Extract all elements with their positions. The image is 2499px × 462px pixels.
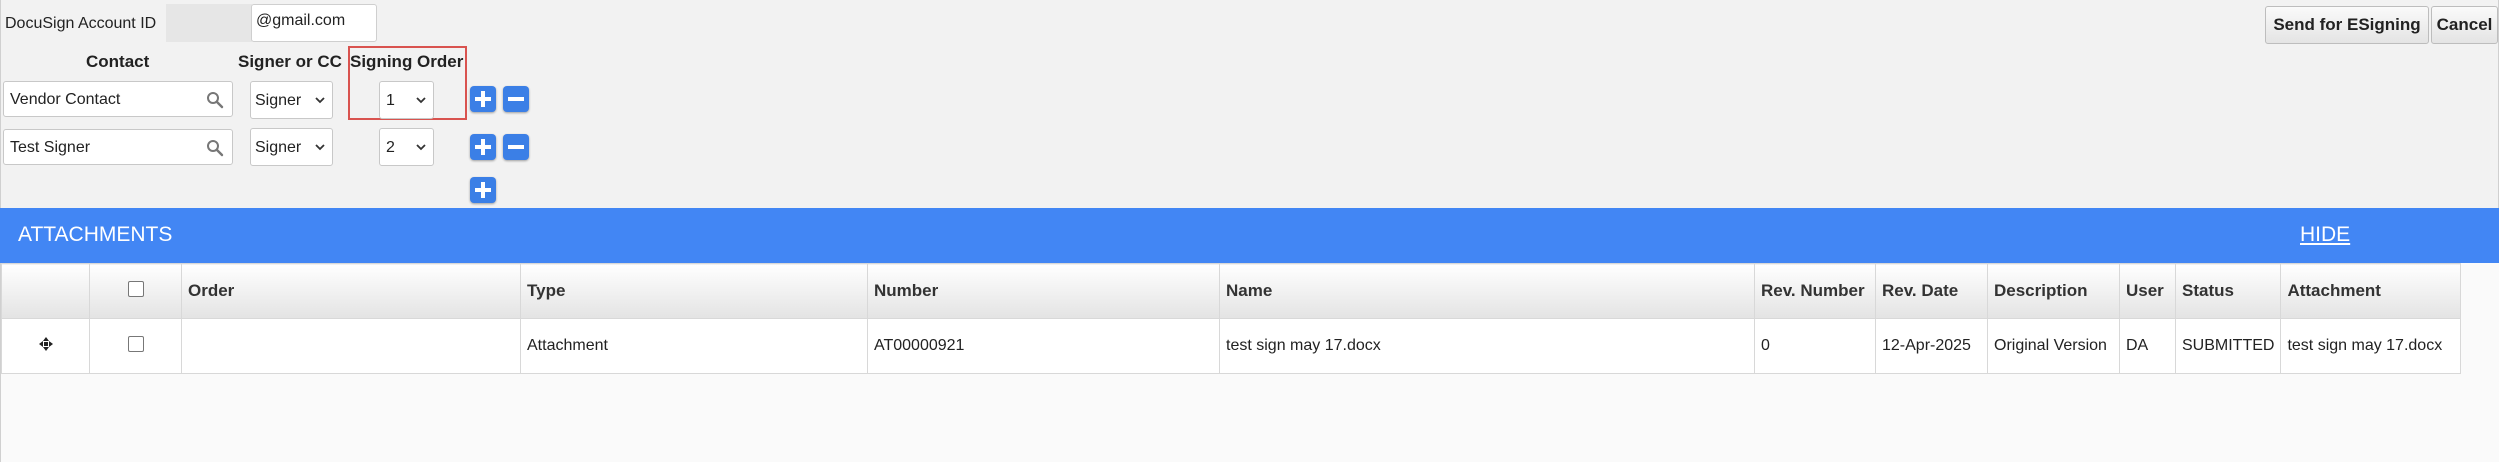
cell-rev-date: 12-Apr-2025 (1875, 318, 1988, 374)
cancel-button[interactable]: Cancel (2431, 6, 2498, 44)
cell-user: DA (2119, 318, 2176, 374)
minus-icon (508, 97, 524, 101)
contact-header: Contact (86, 52, 150, 71)
plus-icon (475, 182, 491, 198)
col-header-rev-number[interactable]: Rev. Number (1754, 263, 1876, 319)
role-select-2[interactable]: Signer (250, 128, 333, 166)
add-row-button[interactable] (470, 177, 496, 203)
order-select-2[interactable]: 2 (379, 128, 434, 166)
cell-status: SUBMITTED (2174, 318, 2282, 374)
role-value: Signer (255, 139, 302, 156)
add-signer-button[interactable] (470, 86, 496, 112)
row-checkbox[interactable] (127, 335, 144, 352)
col-header-status[interactable]: Status (2174, 263, 2282, 319)
table-row: Attachment AT00000921 test sign may 17.d… (1, 318, 2462, 374)
contact-value: Vendor Contact (10, 91, 121, 108)
role-value: Signer (255, 92, 302, 109)
col-header-type[interactable]: Type (520, 263, 868, 319)
col-header-name[interactable]: Name (1219, 263, 1755, 319)
table-header-row: Order Type Number Name Rev. Number Rev. … (1, 263, 2462, 319)
role-select-1[interactable]: Signer (250, 81, 333, 119)
attachments-header-bar: ATTACHMENTS HIDE (0, 208, 2499, 263)
attachments-table-area: Order Type Number Name Rev. Number Rev. … (0, 263, 2499, 462)
minus-icon (508, 145, 524, 149)
chevron-down-icon (416, 97, 426, 104)
contact-field-2[interactable]: Test Signer (3, 129, 233, 165)
cell-type: Attachment (520, 318, 868, 374)
search-icon[interactable] (206, 91, 224, 109)
search-icon[interactable] (206, 139, 224, 157)
chevron-down-icon (315, 144, 325, 151)
col-header-user[interactable]: User (2119, 263, 2176, 319)
cell-order (181, 318, 521, 374)
signer-or-cc-header: Signer or CC (238, 52, 342, 71)
remove-signer-button[interactable] (503, 134, 529, 160)
attachments-title: ATTACHMENTS (18, 223, 173, 246)
account-id-label: DocuSign Account ID (5, 15, 157, 32)
plus-icon (475, 139, 491, 155)
plus-icon (475, 91, 491, 107)
contact-field-1[interactable]: Vendor Contact (3, 81, 233, 117)
account-id-redacted (166, 4, 252, 42)
move-handle-icon[interactable] (38, 336, 54, 352)
chevron-down-icon (416, 144, 426, 151)
order-select-1[interactable]: 1 (379, 81, 434, 119)
select-all-header (89, 263, 182, 319)
col-header-number[interactable]: Number (867, 263, 1220, 319)
attachments-table: Order Type Number Name Rev. Number Rev. … (1, 263, 2462, 374)
add-signer-button[interactable] (470, 134, 496, 160)
docusign-panel: DocuSign Account ID @gmail.com Contact S… (0, 0, 2499, 208)
order-value: 1 (386, 92, 395, 109)
hide-link[interactable]: HIDE (2300, 223, 2350, 247)
col-header-attachment[interactable]: Attachment (2280, 263, 2462, 319)
contact-value: Test Signer (10, 139, 91, 156)
cell-description: Original Version (1987, 318, 2120, 374)
cell-name: test sign may 17.docx (1219, 318, 1755, 374)
account-email-field[interactable]: @gmail.com (251, 4, 377, 42)
cell-attachment[interactable]: test sign may 17.docx (2280, 318, 2462, 374)
cell-rev-number: 0 (1754, 318, 1876, 374)
remove-signer-button[interactable] (503, 86, 529, 112)
move-handle-cell[interactable] (1, 318, 90, 374)
col-header-description[interactable]: Description (1987, 263, 2120, 319)
order-value: 2 (386, 139, 395, 156)
chevron-down-icon (315, 97, 325, 104)
col-header-rev-date[interactable]: Rev. Date (1875, 263, 1988, 319)
col-header-order[interactable]: Order (181, 263, 521, 319)
move-column-header (1, 263, 90, 319)
send-for-esigning-button[interactable]: Send for ESigning (2265, 6, 2429, 44)
row-select-cell (89, 318, 182, 374)
cell-number: AT00000921 (867, 318, 1220, 374)
select-all-checkbox[interactable] (127, 280, 144, 297)
